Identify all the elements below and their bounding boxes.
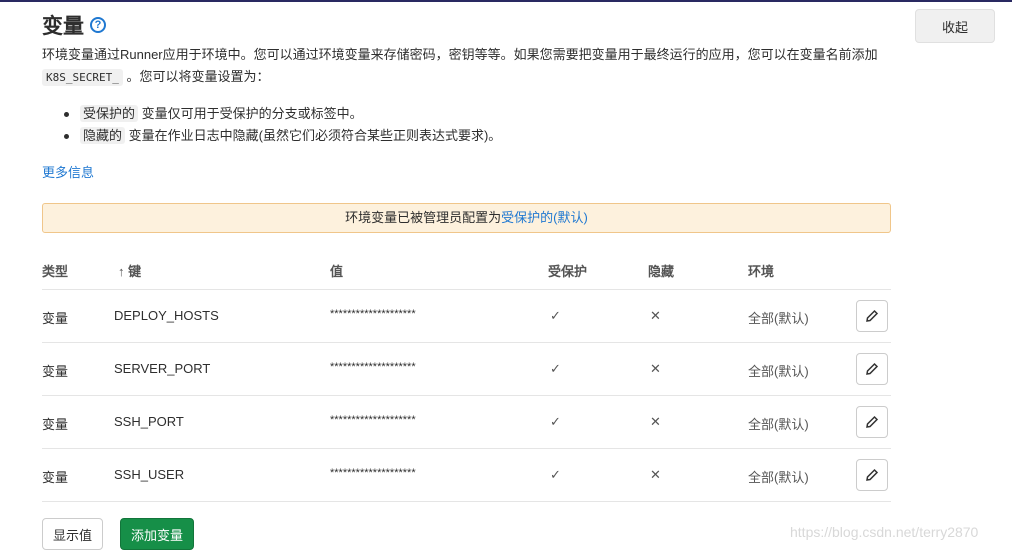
alert-link[interactable]: 受保护的(默认) [501,210,588,225]
cell-value: ******************** [330,467,416,479]
reveal-values-button[interactable]: 显示值 [42,518,104,550]
bullet-tag: 隐藏的 [80,127,126,144]
bullet-text: 变量在作业日志中隐藏(虽然它们必须符合某些正则表达式要求)。 [128,128,502,143]
cell-key: DEPLOY_HOSTS [114,308,219,323]
cell-key: SSH_PORT [114,414,184,429]
table-row: 变量 SSH_PORT ******************** ✓ ✕ 全部(… [42,395,891,448]
pencil-icon [866,362,879,375]
description: 环境变量通过Runner应用于环境中。您可以通过环境变量来存储密码，密钥等等。如… [42,44,892,89]
desc-text: 环境变量通过Runner应用于环境中。您可以通过环境变量来存储密码，密钥等等。如… [42,47,878,62]
header-masked: 隐藏 [648,264,675,279]
bullet-tag: 受保护的 [80,105,139,122]
edit-button[interactable] [856,406,888,438]
cell-type: 变量 [42,470,69,485]
table-row: 变量 SSH_USER ******************** ✓ ✕ 全部(… [42,448,891,501]
cell-key: SERVER_PORT [114,361,211,376]
edit-button[interactable] [856,300,888,332]
check-icon: ✓ [550,467,561,482]
cell-type: 变量 [42,311,69,326]
header-key[interactable]: ↑ 键 [118,261,141,280]
x-icon: ✕ [650,308,661,323]
cell-type: 变量 [42,364,69,379]
alert-text: 环境变量已被管理员配置为 [345,210,502,225]
cell-value: ******************** [330,414,416,426]
check-icon: ✓ [550,361,561,376]
cell-type: 变量 [42,417,69,432]
header-env: 环境 [748,264,775,279]
edit-button[interactable] [856,353,888,385]
edit-button[interactable] [856,459,888,491]
cell-env: 全部(默认) [748,364,809,379]
header-type: 类型 [42,264,69,279]
protected-alert: 环境变量已被管理员配置为受保护的(默认) [42,203,891,233]
pencil-icon [866,468,879,481]
list-item: 受保护的 变量仅可用于受保护的分支或标签中。 [63,103,501,125]
cell-env: 全部(默认) [748,417,809,432]
check-icon: ✓ [550,414,561,429]
table-row: 变量 DEPLOY_HOSTS ******************** ✓ ✕… [42,289,891,342]
check-icon: ✓ [550,308,561,323]
desc-code: K8S_SECRET_ [42,69,123,86]
desc-text-2: 。您可以将变量设置为： [126,69,270,84]
table-row: 变量 SERVER_PORT ******************** ✓ ✕ … [42,342,891,395]
help-icon[interactable]: ? [90,17,106,33]
bullet-list: 受保护的 变量仅可用于受保护的分支或标签中。 隐藏的 变量在作业日志中隐藏(虽然… [63,103,502,147]
pencil-icon [866,309,879,322]
header-value: 值 [330,264,344,279]
cell-env: 全部(默认) [748,470,809,485]
header-protected: 受保护 [548,264,588,279]
add-variable-button[interactable]: 添加变量 [120,518,195,550]
pencil-icon [866,415,879,428]
cell-env: 全部(默认) [748,311,809,326]
x-icon: ✕ [650,467,661,482]
page-title: 变量? [42,10,106,40]
collapse-button[interactable]: 收起 [915,9,995,43]
title-text: 变量 [42,15,84,38]
cell-value: ******************** [330,308,416,320]
x-icon: ✕ [650,361,661,376]
cell-key: SSH_USER [114,467,185,482]
watermark: https://blog.csdn.net/terry2870 [790,524,979,540]
bullet-text: 变量仅可用于受保护的分支或标签中。 [141,106,363,121]
x-icon: ✕ [650,414,661,429]
more-info-link[interactable]: 更多信息 [42,162,94,181]
cell-value: ******************** [330,361,416,373]
list-item: 隐藏的 变量在作业日志中隐藏(虽然它们必须符合某些正则表达式要求)。 [63,125,502,147]
divider [42,501,891,502]
